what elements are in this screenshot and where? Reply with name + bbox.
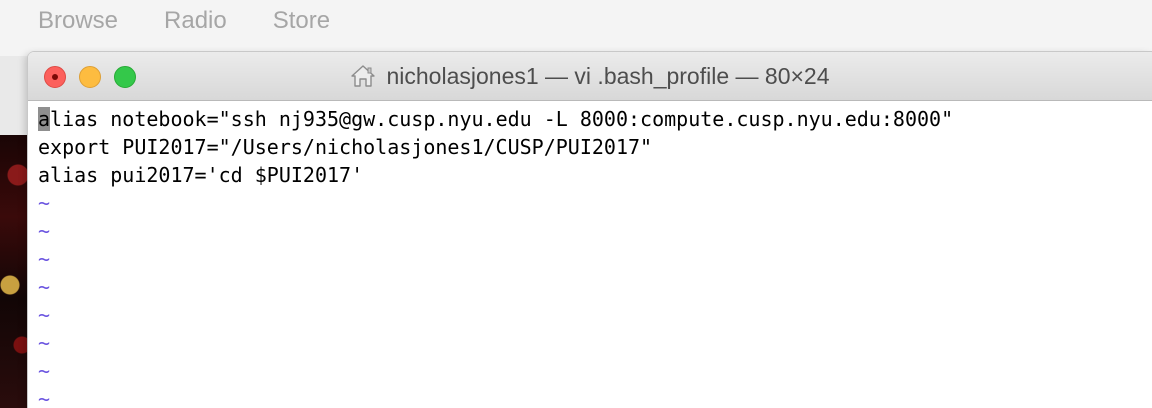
editor-line: export PUI2017="/Users/nicholasjones1/CU…	[38, 135, 653, 159]
text-cursor: a	[38, 107, 51, 131]
editor-line-text: lias notebook="ssh nj935@gw.cusp.nyu.edu…	[50, 107, 954, 131]
window-title: nicholasjones1 — vi .bash_profile — 80×2…	[28, 52, 1152, 100]
tab-browse[interactable]: Browse	[38, 7, 118, 35]
tab-store[interactable]: Store	[273, 7, 330, 35]
terminal-content[interactable]: alias notebook="ssh nj935@gw.cusp.nyu.ed…	[28, 101, 1152, 408]
empty-line-tilde: ~	[38, 387, 51, 408]
desktop-wallpaper	[0, 135, 30, 408]
terminal-window[interactable]: nicholasjones1 — vi .bash_profile — 80×2…	[28, 52, 1152, 408]
empty-line-tilde: ~	[38, 303, 51, 327]
empty-line-tilde: ~	[38, 359, 51, 383]
empty-line-tilde: ~	[38, 247, 51, 271]
terminal-titlebar[interactable]: nicholasjones1 — vi .bash_profile — 80×2…	[28, 52, 1152, 101]
empty-line-tilde: ~	[38, 331, 51, 355]
home-icon	[351, 65, 376, 87]
empty-line-tilde: ~	[38, 219, 51, 243]
empty-line-tilde: ~	[38, 275, 51, 299]
tab-radio[interactable]: Radio	[164, 7, 227, 35]
background-app-tabs: Browse Radio Store	[38, 7, 330, 35]
background-window-edge	[0, 56, 30, 135]
empty-line-tilde: ~	[38, 191, 51, 215]
editor-line: alias notebook="ssh nj935@gw.cusp.nyu.ed…	[38, 105, 953, 133]
editor-line: alias pui2017='cd $PUI2017'	[38, 163, 364, 187]
window-title-text: nicholasjones1 — vi .bash_profile — 80×2…	[386, 62, 830, 89]
background-app-window: Browse Radio Store	[0, 0, 1152, 56]
